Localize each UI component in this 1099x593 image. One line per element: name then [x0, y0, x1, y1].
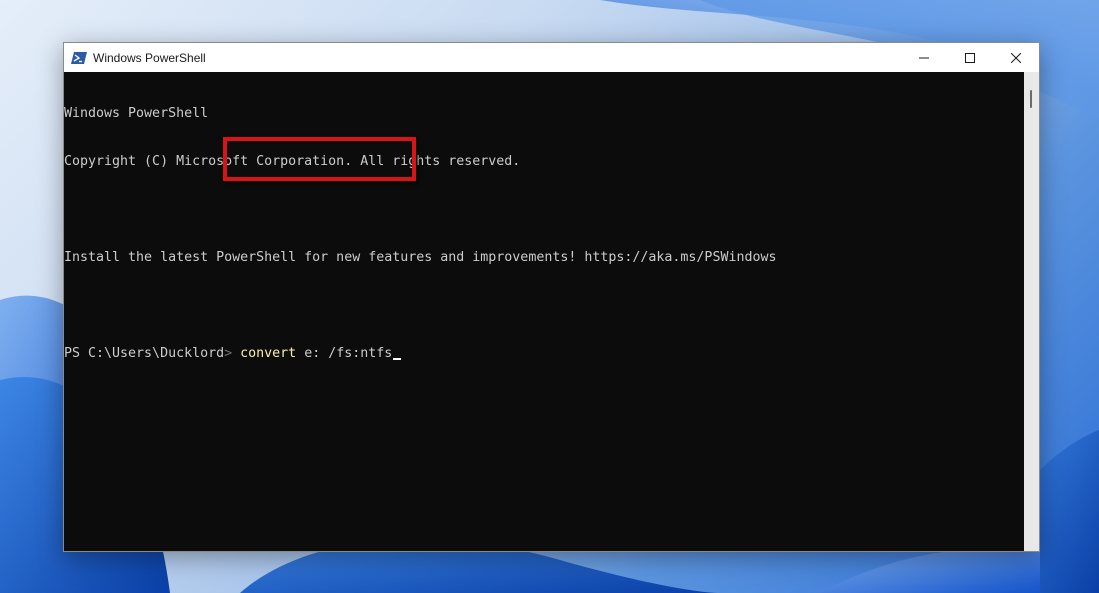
prompt-path: PS C:\Users\Ducklord: [64, 346, 225, 361]
powershell-window[interactable]: Windows PowerShell Windows PowerShell Co…: [63, 42, 1040, 552]
maximize-button[interactable]: [947, 43, 993, 72]
scrollbar-thumb[interactable]: [1030, 90, 1032, 108]
maximize-icon: [965, 52, 975, 63]
terminal-output[interactable]: Windows PowerShell Copyright (C) Microso…: [64, 72, 1024, 551]
command-arguments: e: /fs:ntfs: [296, 346, 393, 361]
command-highlight-box: [223, 137, 416, 181]
powershell-icon: [71, 50, 87, 66]
terminal-line: Install the latest PowerShell for new fe…: [64, 250, 777, 265]
window-title: Windows PowerShell: [93, 50, 206, 65]
vertical-scrollbar[interactable]: [1024, 72, 1039, 551]
title-bar[interactable]: Windows PowerShell: [64, 43, 1039, 72]
terminal-line: Copyright (C) Microsoft Corporation. All…: [64, 154, 521, 169]
command-prompt-line[interactable]: PS C:\Users\Ducklord> convert e: /fs:ntf…: [64, 346, 1024, 362]
prompt-separator: >: [224, 346, 233, 361]
window-controls: [901, 43, 1039, 72]
text-cursor: [393, 358, 402, 360]
terminal-line: Windows PowerShell: [64, 106, 209, 121]
command-verb: convert: [240, 346, 297, 361]
close-icon: [1011, 52, 1021, 63]
close-button[interactable]: [993, 43, 1039, 72]
minimize-icon: [919, 57, 929, 58]
minimize-button[interactable]: [901, 43, 947, 72]
